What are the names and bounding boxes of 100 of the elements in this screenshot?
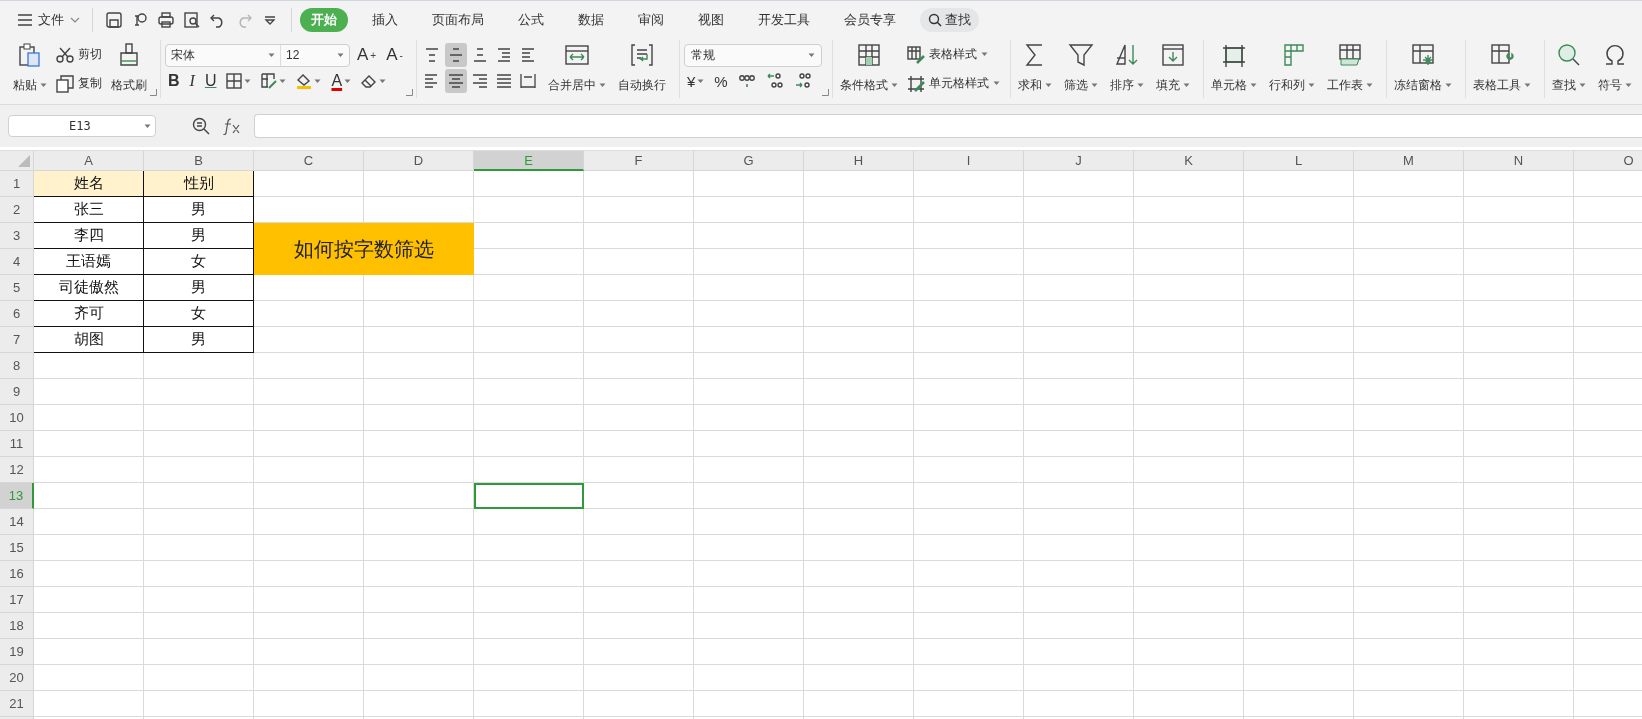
row-header[interactable]: 4: [0, 249, 34, 275]
ribbon-tab[interactable]: 页面布局: [422, 7, 494, 32]
underline-button[interactable]: U: [201, 70, 220, 93]
row-header[interactable]: 17: [0, 587, 34, 613]
currency-button[interactable]: ¥: [683, 70, 708, 93]
row-header[interactable]: 15: [0, 535, 34, 561]
italic-button[interactable]: I: [186, 70, 198, 93]
ribbon-button[interactable]: 条件格式: [836, 40, 901, 98]
column-header[interactable]: M: [1354, 151, 1464, 171]
ribbon-button[interactable]: 单元格: [1207, 40, 1260, 98]
table-cell: 女: [144, 249, 254, 275]
formula-input[interactable]: [254, 114, 1642, 138]
column-header[interactable]: F: [584, 151, 694, 171]
font-name-field[interactable]: 宋体: [171, 46, 195, 64]
function-icon[interactable]: [222, 117, 242, 135]
row-header[interactable]: 11: [0, 431, 34, 457]
alignment-button[interactable]: [444, 69, 467, 93]
row-header[interactable]: 2: [0, 197, 34, 223]
ribbon-tab[interactable]: 会员专享: [834, 7, 906, 32]
caret-icon: [279, 78, 287, 84]
decimal-decrease-icon: [793, 72, 812, 91]
row-header[interactable]: 12: [0, 457, 34, 483]
search-button[interactable]: 查找: [920, 7, 979, 32]
file-menu[interactable]: 文件: [14, 6, 84, 33]
ribbon-button[interactable]: 合并居中: [544, 40, 609, 98]
print-preview-icon: [183, 10, 201, 29]
caret-icon: [244, 78, 252, 84]
ribbon-button[interactable]: 自动换行: [614, 40, 669, 98]
decimal-increase-icon: [765, 72, 784, 91]
font-picker[interactable]: 宋体 12: [165, 43, 350, 67]
dialog-launcher-icon[interactable]: [405, 89, 413, 96]
column-header[interactable]: G: [694, 151, 804, 171]
dialog-launcher-icon[interactable]: [821, 89, 829, 96]
ribbon-tab[interactable]: 视图: [688, 7, 734, 32]
wrap-text-icon: [628, 42, 655, 68]
ribbon-button[interactable]: 工作表: [1323, 40, 1376, 98]
column-header[interactable]: K: [1134, 151, 1244, 171]
table-cell: 齐可: [34, 301, 144, 327]
percent-button[interactable]: %: [711, 70, 731, 93]
merge-cells-icon: [563, 42, 590, 68]
font-size-field[interactable]: 12: [286, 48, 300, 63]
zoom-icon[interactable]: [192, 117, 210, 135]
ribbon-tab[interactable]: 审阅: [628, 7, 674, 32]
ribbon-button[interactable]: 查找: [1548, 40, 1589, 98]
caret-icon: [697, 78, 705, 84]
ribbon-button[interactable]: 排序: [1106, 40, 1147, 98]
row-header[interactable]: 9: [0, 379, 34, 405]
ribbon-tab[interactable]: 开发工具: [748, 7, 820, 32]
font-color-button[interactable]: A: [328, 70, 355, 93]
row-header[interactable]: 16: [0, 561, 34, 587]
ribbon-tab[interactable]: 公式: [508, 7, 554, 32]
dialog-launcher-icon[interactable]: [150, 89, 157, 96]
ribbon-tab[interactable]: 数据: [568, 7, 614, 32]
row-header[interactable]: 7: [0, 327, 34, 353]
number-format-dropdown[interactable]: 常规: [683, 43, 822, 67]
row-header[interactable]: 14: [0, 509, 34, 535]
row-header[interactable]: 8: [0, 353, 34, 379]
row-header[interactable]: 18: [0, 613, 34, 639]
ribbon-button[interactable]: 表格样式: [906, 42, 1000, 67]
row-header[interactable]: 1: [0, 171, 34, 197]
ribbon-button[interactable]: 填充: [1152, 40, 1193, 98]
copy-icon: [56, 74, 74, 93]
row-header[interactable]: 3: [0, 223, 34, 249]
ribbon-button[interactable]: 单元格样式: [906, 71, 1000, 96]
row-header[interactable]: 10: [0, 405, 34, 431]
row-header[interactable]: 6: [0, 301, 34, 327]
column-header[interactable]: B: [144, 151, 254, 171]
column-header[interactable]: L: [1244, 151, 1354, 171]
column-header[interactable]: A: [34, 151, 144, 171]
header-cell: 性别: [144, 171, 254, 197]
ribbon-button[interactable]: 筛选: [1060, 40, 1101, 98]
row-header[interactable]: 5: [0, 275, 34, 301]
ribbon-button[interactable]: 符号: [1594, 40, 1635, 98]
row-header[interactable]: 20: [0, 665, 34, 691]
ribbon-button[interactable]: 冻结窗格: [1390, 40, 1455, 98]
ribbon-button[interactable]: 行和列: [1265, 40, 1318, 98]
column-header[interactable]: D: [364, 151, 474, 171]
column-header[interactable]: C: [254, 151, 364, 171]
alignment-button[interactable]: [444, 43, 467, 67]
column-header[interactable]: H: [804, 151, 914, 171]
align-center-icon: [446, 72, 465, 90]
column-header[interactable]: I: [914, 151, 1024, 171]
ribbon-button[interactable]: 剪切: [56, 42, 102, 67]
bold-button[interactable]: B: [165, 70, 183, 93]
row-header[interactable]: 19: [0, 639, 34, 665]
ribbon-button[interactable]: 复制: [56, 71, 102, 96]
column-header[interactable]: N: [1464, 151, 1574, 171]
column-header[interactable]: J: [1024, 151, 1134, 171]
name-box[interactable]: E13: [8, 115, 156, 137]
search-icon: [928, 12, 942, 27]
ribbon-button[interactable]: 表格工具: [1469, 40, 1534, 98]
ribbon-button[interactable]: 格式刷: [108, 40, 150, 98]
ribbon-button[interactable]: 粘贴: [10, 40, 50, 98]
ribbon-button[interactable]: 求和: [1014, 40, 1055, 98]
ribbon-tab[interactable]: 插入: [362, 7, 408, 32]
table-style-icon: [906, 45, 925, 64]
column-header[interactable]: O: [1574, 151, 1642, 171]
selected-cell[interactable]: [474, 483, 584, 509]
row-header[interactable]: 21: [0, 691, 34, 717]
table-cell: 李四: [34, 223, 144, 249]
